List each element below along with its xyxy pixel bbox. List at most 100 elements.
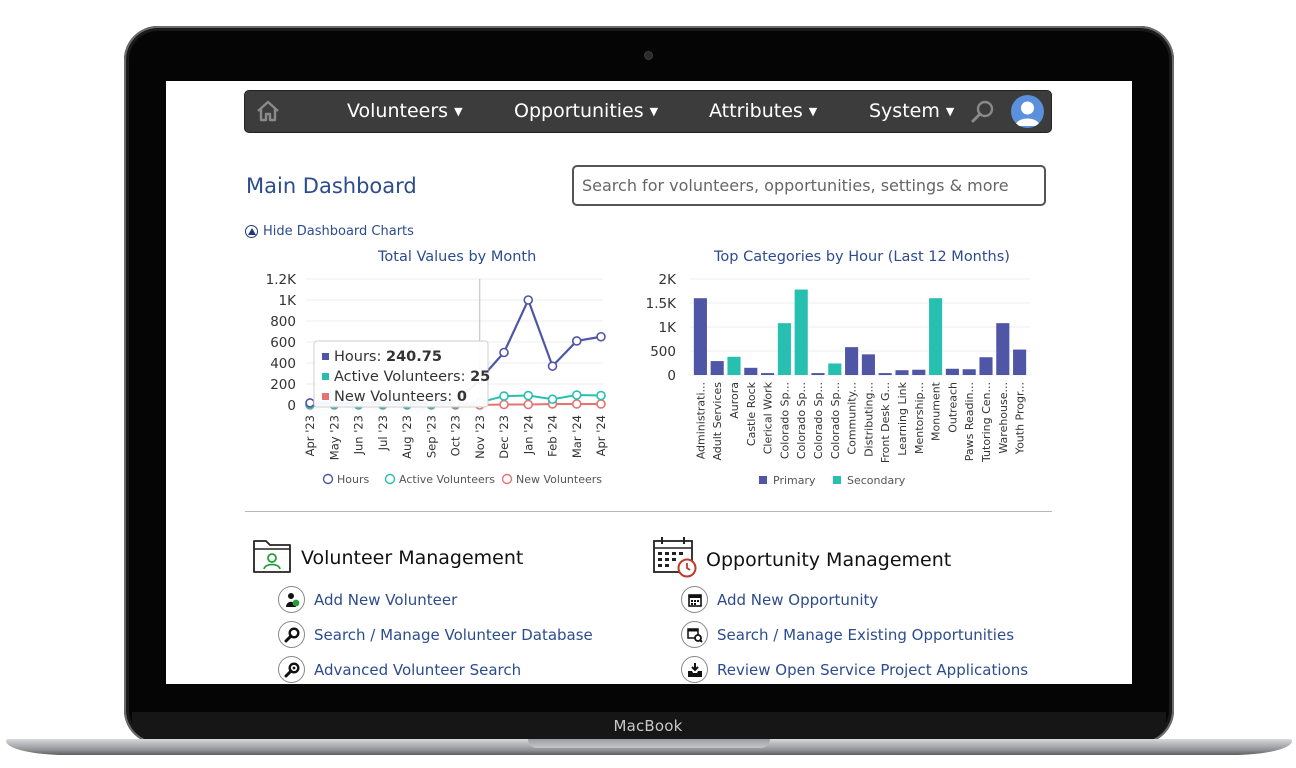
x-tick-label: Monument xyxy=(930,381,943,441)
divider xyxy=(245,511,1052,512)
bar xyxy=(761,373,775,375)
advanced-volunteer-search-label: Advanced Volunteer Search xyxy=(314,660,522,679)
x-tick-label: Community... xyxy=(846,382,859,455)
data-point xyxy=(596,331,606,342)
x-tick-label: Dec '23 xyxy=(497,415,511,459)
screen: Volunteers ▼ Opportunities ▼ Attributes ▼ S… xyxy=(166,81,1132,684)
legend-label: New Volunteers xyxy=(516,473,602,486)
bar xyxy=(861,354,875,375)
line-chart-title: Total Values by Month xyxy=(378,249,537,265)
bar-chart: 0 500 1K 1.5K 2K Administrati... Adult Service… xyxy=(646,272,1030,487)
x-tick-label: Front Desk G... xyxy=(879,382,892,463)
chevron-down-icon: ▼ xyxy=(649,105,659,118)
camera xyxy=(645,52,652,59)
x-tick-label: Apr '24 xyxy=(594,415,608,456)
opportunity-management-heading: Opportunity Management xyxy=(653,536,951,583)
tooltip-swatch xyxy=(322,373,329,380)
magnifier-icon xyxy=(278,621,305,648)
search-opportunities-link[interactable]: Search / Manage Existing Opportunities xyxy=(681,621,1014,648)
bar xyxy=(777,323,791,375)
bar-chart-title: Top Categories by Hour (Last 12 Months) xyxy=(714,249,1010,265)
volunteer-management-heading: Volunteer Management xyxy=(252,536,523,579)
home-icon[interactable] xyxy=(255,99,281,123)
x-tick-label: Warehouse... xyxy=(997,382,1010,454)
nav-opportunities[interactable]: Opportunities ▼ xyxy=(514,100,658,122)
bar xyxy=(878,373,892,375)
review-applications-label: Review Open Service Project Applications xyxy=(717,660,1029,679)
review-applications-link[interactable]: Review Open Service Project Applications xyxy=(681,656,1028,683)
hide-charts-label: Hide Dashboard Charts xyxy=(263,224,414,239)
legend-marker xyxy=(759,476,767,484)
folder-user-icon xyxy=(252,536,292,579)
y-tick-label: 1.2K xyxy=(266,272,297,288)
add-new-volunteer-label: Add New Volunteer xyxy=(314,590,458,609)
chevron-down-icon: ▼ xyxy=(808,105,818,118)
nav-attributes[interactable]: Attributes ▼ xyxy=(709,100,817,122)
bar xyxy=(962,369,976,375)
data-point xyxy=(499,391,509,401)
legend-label: Active Volunteers xyxy=(399,473,495,486)
advanced-search-icon xyxy=(278,656,305,683)
bar xyxy=(895,370,909,375)
data-point xyxy=(571,390,582,400)
x-tick-label: Jul '23 xyxy=(376,415,390,451)
bar xyxy=(828,363,842,375)
x-tick-label: Aug '23 xyxy=(400,415,414,459)
x-tick-label: Distributing... xyxy=(862,382,875,457)
bar xyxy=(979,357,993,375)
x-tick-label: Aurora xyxy=(728,382,741,419)
data-point xyxy=(596,399,606,409)
bar xyxy=(744,367,758,375)
advanced-volunteer-search-link[interactable]: Advanced Volunteer Search xyxy=(278,656,521,683)
x-tick-label: Apr '23 xyxy=(303,415,317,456)
chart-tooltip: Hours: 240.75 Active Volunteers: 25 New Vo… xyxy=(313,340,490,408)
search-volunteer-database-link[interactable]: Search / Manage Volunteer Database xyxy=(278,621,593,648)
y-tick-label: 200 xyxy=(270,377,296,393)
x-tick-label: Colorado Sp... xyxy=(795,382,808,459)
bar xyxy=(945,368,959,375)
data-point xyxy=(571,336,582,346)
tooltip-row: New Volunteers: 0 xyxy=(334,389,467,405)
chevron-down-icon: ▼ xyxy=(945,105,955,118)
x-tick-label: Jun '23 xyxy=(352,415,366,455)
opportunity-management-title: Opportunity Management xyxy=(706,548,952,571)
legend-label: Secondary xyxy=(847,474,906,487)
data-point xyxy=(499,399,509,410)
x-tick-label: Youth Progr... xyxy=(1014,382,1027,455)
nav-volunteers[interactable]: Volunteers ▼ xyxy=(347,100,463,122)
hide-charts-toggle[interactable]: Hide Dashboard Charts xyxy=(245,224,414,239)
add-new-opportunity-link[interactable]: Add New Opportunity xyxy=(681,586,878,613)
line-chart: 0 200 400 600 800 1K 1.2K Apr '23 May '23 Jun '23… xyxy=(266,272,608,486)
nav-system[interactable]: System ▼ xyxy=(869,100,954,122)
collapse-up-icon xyxy=(245,225,258,238)
x-tick-label: Paws Readin... xyxy=(963,382,976,461)
y-tick-label: 500 xyxy=(650,344,676,360)
y-tick-label: 1K xyxy=(279,293,298,309)
page-title: Main Dashboard xyxy=(246,174,417,198)
y-tick-label: 0 xyxy=(287,398,296,414)
search-icon[interactable] xyxy=(969,98,997,126)
x-tick-label: Colorado Sp... xyxy=(829,382,842,459)
data-point xyxy=(547,394,558,405)
global-search-input[interactable] xyxy=(572,165,1046,206)
add-new-opportunity-label: Add New Opportunity xyxy=(717,590,879,609)
y-tick-label: 1K xyxy=(659,320,678,336)
bar xyxy=(1013,349,1027,375)
legend-marker xyxy=(384,473,396,485)
x-tick-label: Colorado Sp... xyxy=(778,382,791,459)
bar xyxy=(794,289,808,375)
x-tick-label: Mentorship... xyxy=(913,382,926,454)
add-new-volunteer-link[interactable]: Add New Volunteer xyxy=(278,586,457,613)
legend-marker xyxy=(833,476,841,484)
tooltip-row: Hours: 240.75 xyxy=(334,349,442,365)
x-tick-label: May '23 xyxy=(327,415,341,460)
data-point xyxy=(523,295,534,305)
x-tick-label: Sep '23 xyxy=(424,415,438,458)
x-tick-label: Administrati... xyxy=(694,382,707,459)
data-point xyxy=(305,398,315,408)
x-tick-label: Clerical Work xyxy=(762,381,775,454)
x-tick-label: Tutoring Cen... xyxy=(980,382,993,463)
legend-label: Primary xyxy=(773,474,816,487)
legend-marker xyxy=(322,473,334,485)
avatar[interactable] xyxy=(1011,95,1044,128)
